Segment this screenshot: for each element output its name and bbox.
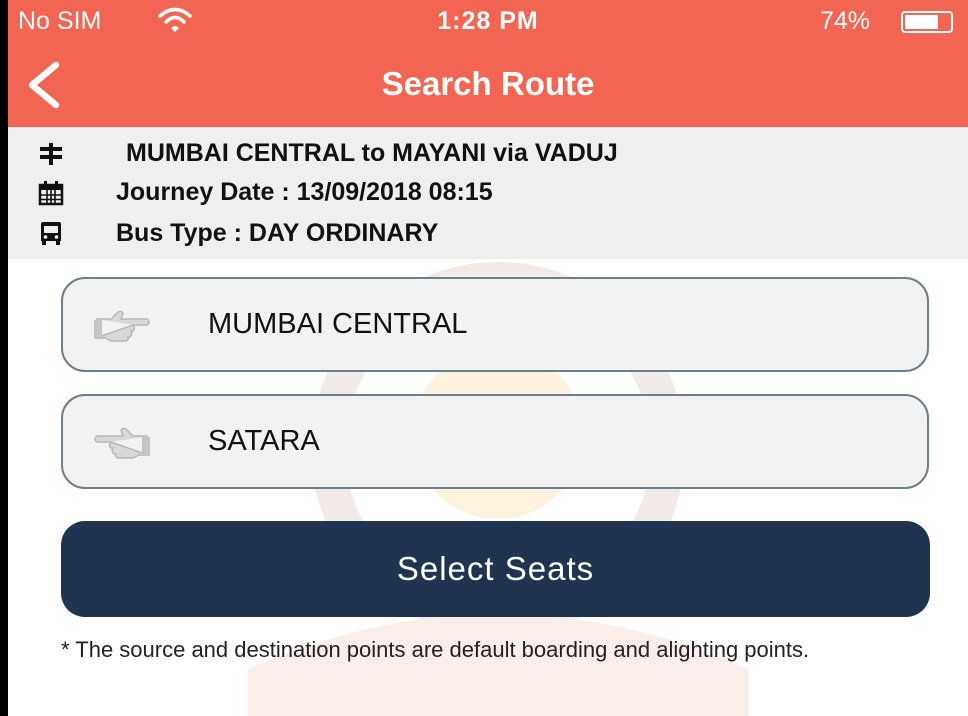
boarding-note: * The source and destination points are … (61, 637, 810, 662)
destination-value: SATARA (208, 425, 320, 457)
search-form: MUMBAI CENTRAL SATARA Select Seats * The… (8, 259, 968, 716)
bus-icon (41, 222, 61, 245)
battery-fill (905, 15, 938, 29)
journey-date-row: Journey Date : 13/09/2018 08:15 (8, 174, 968, 208)
source-value: MUMBAI CENTRAL (208, 308, 468, 340)
route-row: MUMBAI CENTRAL to MAYANI via VADUJ (8, 135, 968, 169)
hand-point-left-icon (94, 427, 150, 459)
route-text: MUMBAI CENTRAL to MAYANI via VADUJ (126, 139, 618, 167)
battery-percent: 74% (820, 7, 871, 35)
calendar-icon (38, 181, 64, 206)
bus-type-row: Bus Type : DAY ORDINARY (8, 215, 968, 249)
source-field[interactable]: MUMBAI CENTRAL (61, 277, 929, 372)
battery-icon (901, 11, 953, 33)
app-screen: No SIM 1:28 PM 74% Search Route MUMBAI C… (8, 0, 968, 716)
nav-bar: Search Route (8, 46, 968, 127)
bus-type-text: Bus Type : DAY ORDINARY (116, 219, 439, 247)
route-info-panel: MUMBAI CENTRAL to MAYANI via VADUJ Journ… (8, 127, 968, 259)
page-title: Search Route (381, 65, 595, 102)
destination-field[interactable]: SATARA (61, 394, 929, 489)
hand-point-right-icon (94, 310, 150, 342)
status-bar: No SIM 1:28 PM 74% (8, 0, 968, 46)
route-sign-icon (40, 143, 62, 165)
journey-date-text: Journey Date : 13/09/2018 08:15 (116, 178, 493, 206)
select-seats-button[interactable]: Select Seats (61, 521, 930, 617)
